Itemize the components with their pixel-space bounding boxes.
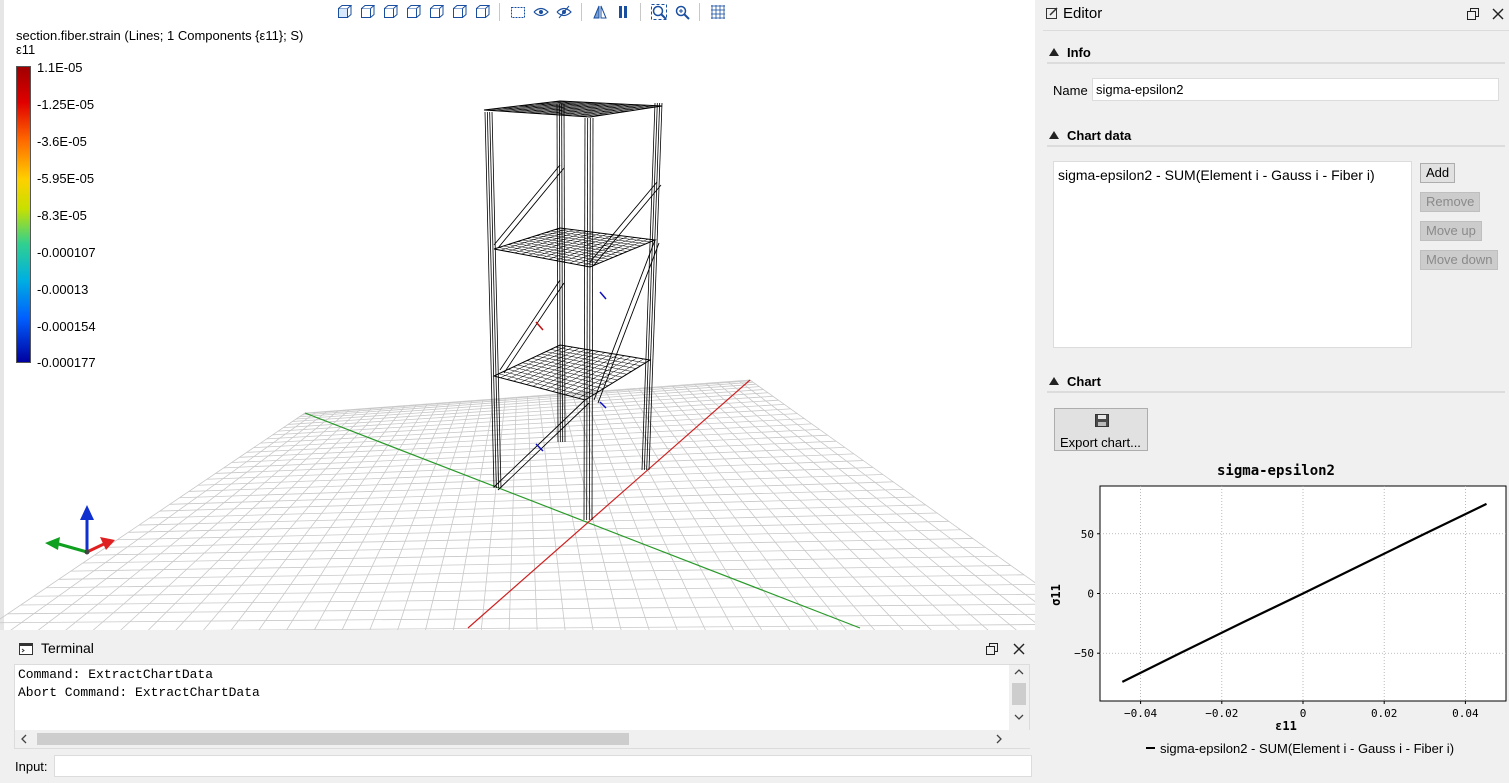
- right-view-icon[interactable]: [426, 3, 445, 22]
- terminal-output[interactable]: Command: ExtractChartData Abort Command:…: [14, 664, 1031, 749]
- section-chart-data-header[interactable]: Chart data: [1047, 127, 1505, 147]
- y-tick-label: −50: [1074, 647, 1094, 660]
- list-item[interactable]: sigma-epsilon2 - SUM(Element i - Gauss i…: [1058, 167, 1375, 183]
- close-icon[interactable]: [1013, 643, 1025, 655]
- move-up-button[interactable]: Move up: [1420, 221, 1482, 241]
- 3d-viewport[interactable]: section.fiber.strain (Lines; 1 Component…: [0, 0, 1035, 630]
- hide-icon[interactable]: [554, 3, 573, 22]
- x-tick-label: −0.02: [1205, 707, 1238, 720]
- section-label: Chart: [1067, 374, 1101, 389]
- back-view-icon[interactable]: [380, 3, 399, 22]
- result-component: ε11: [16, 42, 36, 57]
- restore-icon[interactable]: [986, 643, 998, 655]
- scroll-down-icon[interactable]: [1014, 713, 1024, 721]
- command-input-row: Input:: [10, 753, 1034, 779]
- app-window: section.fiber.strain (Lines; 1 Component…: [0, 0, 1509, 783]
- top-view-icon[interactable]: [449, 3, 468, 22]
- x-tick-label: 0.02: [1371, 707, 1398, 720]
- add-button[interactable]: Add: [1420, 163, 1456, 183]
- legend-label: -0.000154: [37, 319, 96, 334]
- input-label: Input:: [15, 759, 48, 774]
- chart-title: sigma-epsilon2: [1217, 463, 1335, 479]
- terminal-line: Abort Command: ExtractChartData: [18, 685, 260, 700]
- collapse-triangle-icon: [1049, 131, 1059, 139]
- name-label: Name: [1053, 83, 1088, 98]
- toolbar-separator: [699, 3, 700, 21]
- scroll-right-icon[interactable]: [995, 734, 1003, 744]
- mirror-icon[interactable]: [590, 3, 609, 22]
- y-tick-label: 50: [1081, 528, 1094, 541]
- editor-panel: Editor Info Name Chart data sigma-epsilo…: [1039, 0, 1509, 783]
- legend-label: -3.6E-05: [37, 134, 87, 149]
- section-label: Info: [1067, 45, 1091, 60]
- x-tick-label: 0.04: [1452, 707, 1479, 720]
- zoom-icon[interactable]: [672, 3, 691, 22]
- ground-grid: [0, 379, 1035, 630]
- command-input[interactable]: [54, 755, 1032, 777]
- structural-frame-model: [483, 100, 663, 521]
- x-tick-label: 0: [1300, 707, 1307, 720]
- x-tick-label: −0.04: [1124, 707, 1157, 720]
- section-info-header[interactable]: Info: [1047, 44, 1505, 64]
- section-chart-header[interactable]: Chart: [1047, 373, 1505, 393]
- section-label: Chart data: [1067, 128, 1132, 143]
- y-tick-label: 0: [1087, 588, 1094, 601]
- view-toolbar: [334, 2, 727, 22]
- left-view-icon[interactable]: [403, 3, 422, 22]
- terminal-icon: [19, 643, 33, 655]
- x-axis-label: ε11: [1275, 719, 1297, 733]
- toolbar-separator: [581, 3, 582, 21]
- legend-label: -0.00013: [37, 282, 89, 297]
- legend-label: 1.1E-05: [37, 60, 83, 75]
- terminal-panel: Terminal Command: ExtractChartData Abort…: [10, 633, 1034, 753]
- toolbar-separator: [640, 3, 641, 21]
- legend-label: -1.25E-05: [37, 97, 95, 112]
- legend-label: -5.95E-05: [37, 171, 95, 186]
- legend-label: -8.3E-05: [37, 208, 87, 223]
- restore-icon[interactable]: [1467, 8, 1479, 20]
- zoom-fit-icon[interactable]: [649, 3, 668, 22]
- collapse-triangle-icon: [1049, 48, 1059, 56]
- collapse-triangle-icon: [1049, 377, 1059, 385]
- remove-button[interactable]: Remove: [1420, 192, 1481, 212]
- y-axis-label: σ11: [1049, 584, 1063, 606]
- terminal-vertical-scrollbar[interactable]: [1009, 665, 1029, 730]
- perspective-icon[interactable]: [508, 3, 527, 22]
- editor-icon: [1046, 7, 1058, 19]
- color-legend-bar: [16, 66, 31, 363]
- axis-triad-icon: [45, 505, 115, 555]
- legend-label: sigma-epsilon2 - SUM(Element i - Gauss i…: [1160, 741, 1454, 756]
- iso-view-icon[interactable]: [334, 3, 353, 22]
- model-scene[interactable]: [0, 0, 1035, 630]
- scrollbar-thumb[interactable]: [1012, 683, 1026, 705]
- bottom-view-icon[interactable]: [472, 3, 491, 22]
- global-y-axis-line: [467, 379, 751, 629]
- name-field[interactable]: [1092, 78, 1499, 101]
- scrollbar-thumb[interactable]: [37, 733, 629, 745]
- save-icon: [1095, 414, 1109, 427]
- scroll-left-icon[interactable]: [20, 734, 28, 744]
- front-view-icon[interactable]: [357, 3, 376, 22]
- terminal-title: Terminal: [41, 640, 94, 656]
- close-icon[interactable]: [1492, 8, 1504, 20]
- divider: [1043, 30, 1509, 31]
- terminal-horizontal-scrollbar[interactable]: [15, 730, 1031, 748]
- sigma-epsilon-chart: sigma-epsilon2 −0.04 −0.02 0 0.02 0.04 50 0 −50…: [1049, 463, 1507, 756]
- split-icon[interactable]: [613, 3, 632, 22]
- terminal-line: Command: ExtractChartData: [18, 667, 214, 682]
- export-label: Export chart...: [1060, 435, 1141, 450]
- grid-icon[interactable]: [708, 3, 727, 22]
- chart-data-list[interactable]: sigma-epsilon2 - SUM(Element i - Gauss i…: [1053, 161, 1412, 348]
- legend-label: -0.000177: [37, 355, 96, 370]
- editor-title: Editor: [1063, 5, 1103, 22]
- export-chart-button[interactable]: Export chart...: [1054, 408, 1148, 451]
- result-title: section.fiber.strain (Lines; 1 Component…: [16, 28, 304, 43]
- toolbar-separator: [499, 3, 500, 21]
- show-icon[interactable]: [531, 3, 550, 22]
- legend-label: -0.000107: [37, 245, 96, 260]
- move-down-button[interactable]: Move down: [1420, 250, 1499, 270]
- terminal-header: Terminal: [10, 633, 1034, 663]
- scroll-up-icon[interactable]: [1014, 668, 1024, 676]
